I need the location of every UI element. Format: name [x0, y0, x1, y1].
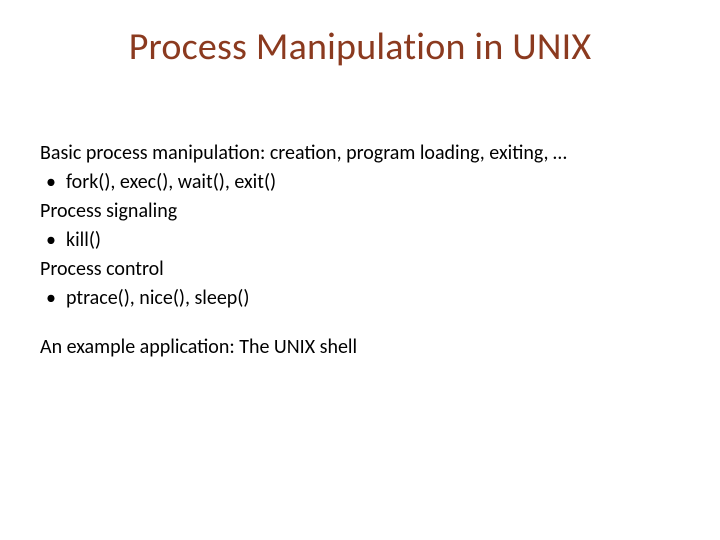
- body-line: Basic process manipulation: creation, pr…: [40, 140, 680, 167]
- bullet-item: kill(): [40, 227, 680, 254]
- body-line: Process control: [40, 256, 680, 283]
- body-line: An example application: The UNIX shell: [40, 334, 680, 361]
- slide-title: Process Manipulation in UNIX: [0, 24, 720, 70]
- slide: Process Manipulation in UNIX Basic proce…: [0, 0, 720, 540]
- spacer: [40, 314, 680, 334]
- slide-body: Basic process manipulation: creation, pr…: [40, 140, 680, 363]
- body-line: Process signaling: [40, 198, 680, 225]
- bullet-item: fork(), exec(), wait(), exit(): [40, 169, 680, 196]
- bullet-item: ptrace(), nice(), sleep(): [40, 285, 680, 312]
